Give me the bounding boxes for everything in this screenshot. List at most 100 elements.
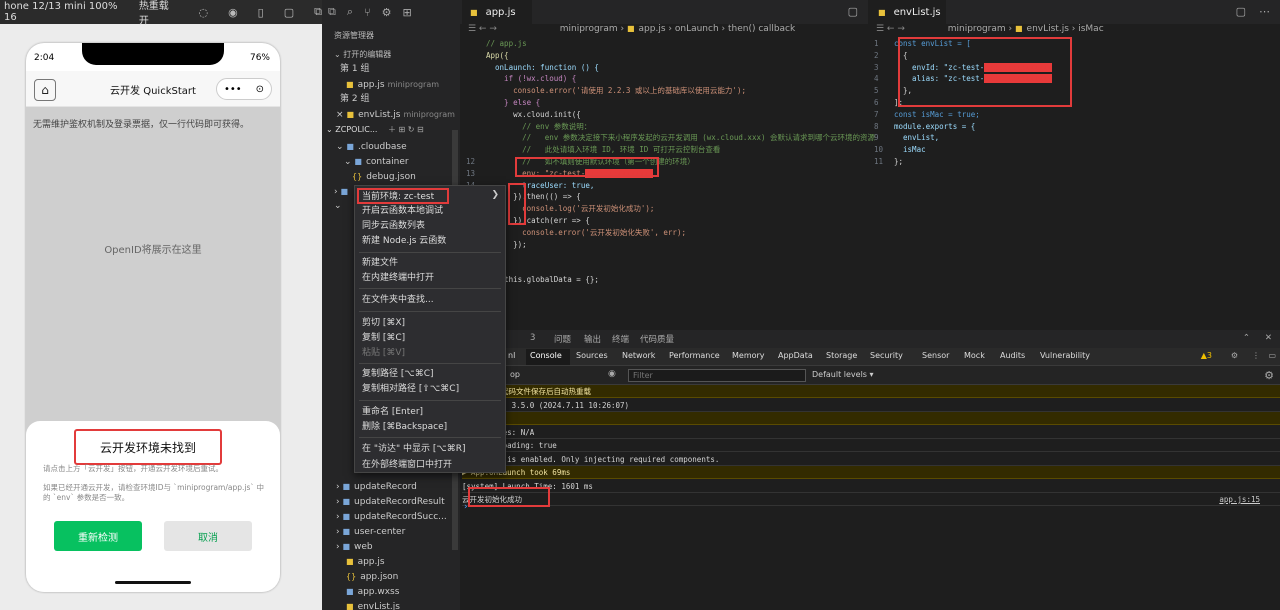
project-actions-icon[interactable]: ＋ ⊞ ↻ ⊟	[388, 125, 424, 134]
context-menu-item[interactable]: 新建 Node.js 云函数	[355, 234, 505, 248]
tree-item[interactable]: › ■ web	[336, 539, 460, 554]
context-menu-item[interactable]: 重命名 [Enter]	[355, 405, 505, 419]
code-line[interactable]: console.error('请使用 2.2.3 或以上的基础库以使用云能力')…	[466, 85, 866, 97]
close-icon[interactable]: ✕	[1265, 333, 1272, 343]
context-menu-item[interactable]: 同步云函数列表	[355, 219, 505, 233]
record-icon[interactable]: ◉	[228, 6, 238, 19]
context-menu-item[interactable]: 删除 [⌘Backspace]	[355, 420, 505, 434]
code-line[interactable]	[466, 250, 866, 262]
context-menu-item[interactable]: 开启云函数本地调试	[355, 204, 505, 218]
project-header[interactable]: ⌄ ZCPOLIC... ＋ ⊞ ↻ ⊟	[326, 122, 460, 137]
devtools-tab[interactable]: Mock	[964, 351, 985, 360]
code-line[interactable]: }).catch(err => {	[466, 215, 866, 227]
breadcrumb-symbol[interactable]: onLaunch	[675, 24, 719, 34]
source-control-icon[interactable]: ⑂	[364, 6, 371, 19]
code-line[interactable]: 7 const isMac = true;	[874, 109, 1274, 121]
code-line[interactable]: } else {	[466, 97, 866, 109]
context-menu-item[interactable]: 在外部终端窗口中打开	[355, 458, 505, 472]
devtools-tab[interactable]: nl	[508, 351, 515, 360]
device-selector[interactable]: hone 12/13 mini 100% 16	[4, 1, 123, 23]
breadcrumb-symbol[interactable]: then() callback	[728, 24, 795, 34]
split-editor-icon[interactable]: ▢	[1236, 5, 1246, 18]
tree-item[interactable]: ■ app.wxss	[346, 584, 460, 599]
devtools-tab[interactable]: Sensor	[922, 351, 949, 360]
breadcrumb-file[interactable]: envList.js	[1027, 24, 1069, 34]
devtools-tab[interactable]: Network	[622, 351, 655, 360]
panel-tab[interactable]: 终端	[612, 333, 629, 345]
open-editor-envlist-js[interactable]: × ■ envList.js miniprogram	[336, 107, 460, 122]
devtools-tab[interactable]: Sources	[576, 351, 608, 360]
devtools-tab[interactable]: AppData	[778, 351, 813, 360]
code-line[interactable]: // env 参数决定接下来小程序发起的云开发调用 (wx.cloud.xxx)…	[466, 132, 875, 144]
console-settings-icon[interactable]: ⚙	[1264, 369, 1274, 382]
search-icon[interactable]: ⌕	[347, 5, 353, 19]
context-menu-item[interactable]: 复制相对路径 [⇧⌥⌘C]	[355, 382, 505, 396]
devtools-tab[interactable]: Audits	[1000, 351, 1025, 360]
tree-item[interactable]: {} app.json	[346, 569, 460, 584]
chevron-up-icon[interactable]: ⌃	[1243, 333, 1250, 343]
split-editor-icon[interactable]: ▢	[848, 5, 858, 18]
code-line[interactable]: 14 traceUser: true,	[466, 180, 866, 192]
debug-icon[interactable]: ⚙	[382, 6, 392, 19]
code-line[interactable]: 11};	[874, 156, 1274, 168]
source-link[interactable]: app.js:15	[1219, 493, 1260, 506]
console-message[interactable]: [system] Launch Time: 1601 ms	[462, 480, 1280, 493]
console-message[interactable]: WeChatLib: 3.5.0 (2024.7.11 10:26:07)	[462, 399, 1280, 412]
breadcrumb-folder[interactable]: miniprogram	[560, 24, 618, 34]
split-icon[interactable]: ⧉	[314, 5, 322, 19]
tree-item[interactable]: {} debug.json	[352, 169, 460, 184]
panel-tab[interactable]: 3	[530, 333, 535, 343]
tree-item[interactable]: › ■ updateRecordResult	[336, 494, 460, 509]
context-menu-item[interactable]: 在内建终端中打开	[355, 271, 505, 285]
console-message[interactable]: ▶ App.onLaunch took 69ms	[462, 466, 1280, 479]
close-icon[interactable]: ×	[336, 110, 344, 120]
tree-item[interactable]: ⌄ ■ .cloudbase	[336, 139, 460, 154]
code-line[interactable]: });	[466, 239, 866, 251]
breadcrumb-file[interactable]: app.js	[639, 24, 666, 34]
nav-icons[interactable]: ☰ ← →	[876, 24, 905, 34]
capsule-menu[interactable]: ••• ⊙	[216, 78, 272, 100]
context-selector[interactable]: op	[510, 370, 520, 379]
open-editor-app-js[interactable]: ■ app.js miniprogram	[346, 77, 460, 92]
settings-gear-icon[interactable]: ⚙	[1231, 351, 1238, 360]
tree-item[interactable]: ⌄ ■ container	[344, 154, 460, 169]
breadcrumb-symbol[interactable]: isMac	[1078, 24, 1103, 34]
context-menu-item[interactable]: 在文件夹中查找...	[355, 293, 505, 307]
context-menu-item[interactable]: 剪切 [⌘X]	[355, 316, 505, 330]
tab-envlist-js[interactable]: ■ envList.js	[870, 0, 946, 24]
code-line[interactable]: }).then(() => {	[466, 191, 866, 203]
window-icon[interactable]: ▢	[284, 6, 294, 19]
context-menu-item[interactable]: 复制 [⌘C]	[355, 331, 505, 345]
code-line[interactable]: // app.js	[466, 38, 866, 50]
tree-item[interactable]: › ■ updateRecordSucc...	[336, 509, 460, 524]
code-line[interactable]: 8 module.exports = {	[874, 121, 1274, 133]
files-icon[interactable]: ⧉	[328, 5, 336, 19]
tree-item[interactable]: › ■ user-center	[336, 524, 460, 539]
panel-tab[interactable]: 输出	[584, 333, 601, 345]
extensions-icon[interactable]: ⊞	[403, 6, 412, 19]
code-line[interactable]: console.log('云开发初始化成功');	[466, 203, 866, 215]
panel-tab[interactable]: 代码质量	[640, 333, 674, 345]
code-line[interactable]: this.globalData = {};	[466, 274, 866, 286]
breadcrumb-folder[interactable]: miniprogram	[948, 24, 1006, 34]
code-line[interactable]: // env 参数说明：	[466, 121, 866, 133]
code-line[interactable]: // 此处请填入环境 ID, 环境 ID 可打开云控制台查看	[466, 144, 866, 156]
phone-icon[interactable]: ▯	[258, 6, 264, 19]
more-vert-icon[interactable]: ⋮	[1252, 351, 1260, 360]
log-levels-select[interactable]: Default levels ▾	[812, 370, 874, 379]
devtools-tab[interactable]: Vulnerability	[1040, 351, 1090, 360]
code-line[interactable]: wx.cloud.init({	[466, 109, 866, 121]
nav-icons[interactable]: ☰ ← →	[468, 24, 497, 34]
cancel-button[interactable]: 取消	[164, 521, 252, 551]
tree-item[interactable]: ■ app.js	[346, 554, 460, 569]
devtools-tab[interactable]: Console	[530, 351, 562, 360]
warning-badge[interactable]: ▲3	[1201, 351, 1212, 360]
code-line[interactable]: App({	[466, 50, 866, 62]
devtools-tab[interactable]: Memory	[732, 351, 765, 360]
code-line[interactable]: 10 isMac	[874, 144, 1274, 156]
console-message[interactable]: 个包EM ad	[462, 412, 1280, 425]
code-line[interactable]: onLaunch: function () {	[466, 62, 866, 74]
devtools-tab[interactable]: Security	[870, 351, 903, 360]
devtools-tab[interactable]: Storage	[826, 351, 857, 360]
more-icon[interactable]: •••	[224, 84, 242, 95]
